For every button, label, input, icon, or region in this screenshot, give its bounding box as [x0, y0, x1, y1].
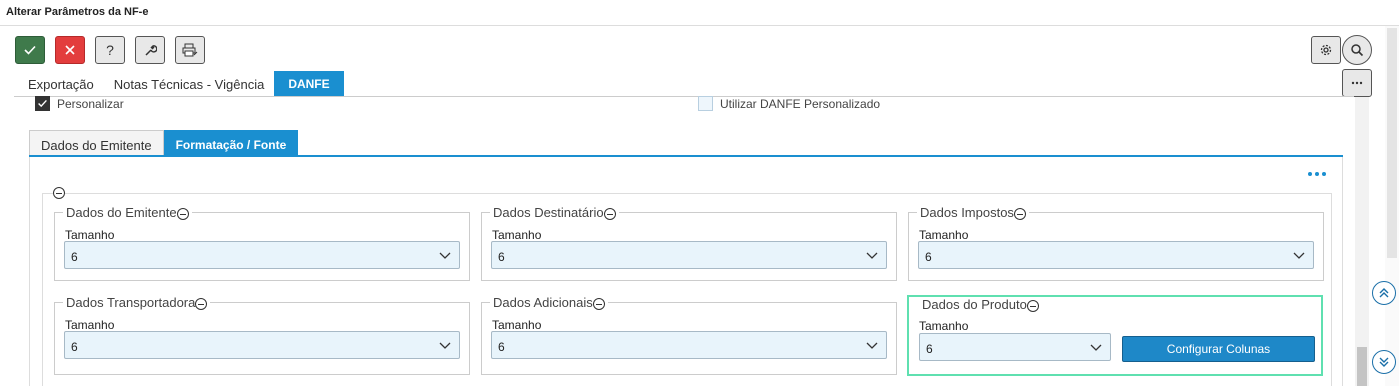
section-emitente-legend: Dados do Emitente: [63, 205, 192, 220]
configurar-colunas-button[interactable]: Configurar Colunas: [1122, 336, 1315, 362]
tab-exportacao[interactable]: Exportação: [18, 71, 104, 97]
gear-icon: [1320, 44, 1332, 56]
ellipsis-icon: [1351, 81, 1363, 85]
collapse-icon[interactable]: [1026, 299, 1039, 312]
tamanho-label: Tamanho: [919, 228, 969, 242]
tab-notas-tecnicas[interactable]: Notas Técnicas - Vigência: [104, 71, 275, 97]
chevron-down-icon: [1293, 252, 1305, 259]
utilizar-danfe-checkbox[interactable]: [698, 96, 713, 111]
content-scrollbar[interactable]: [1355, 97, 1369, 386]
confirm-button[interactable]: [15, 36, 45, 64]
adicionais-tamanho-select[interactable]: 6: [491, 331, 887, 359]
collapse-icon[interactable]: [195, 297, 208, 310]
section-produto: Dados do Produto Tamanho 6 Configurar Co…: [907, 295, 1323, 376]
destinatario-tamanho-select[interactable]: 6: [491, 241, 887, 269]
personalizar-label: Personalizar: [57, 97, 124, 111]
section-destinatario: Dados Destinatário Tamanho 6: [481, 205, 897, 281]
collapse-icon[interactable]: [603, 207, 616, 220]
window-titlebar: Alterar Parâmetros da NF-e: [0, 0, 1399, 26]
section-produto-legend: Dados do Produto: [919, 297, 1042, 312]
select-value: 6: [926, 342, 933, 356]
double-chevron-up-icon: [1379, 288, 1389, 298]
page-scrollbar-thumb[interactable]: [1387, 28, 1397, 258]
collapse-icon[interactable]: [1013, 207, 1026, 220]
more-options-button[interactable]: [1342, 69, 1372, 97]
collapse-icon[interactable]: [176, 207, 189, 220]
tamanho-label: Tamanho: [492, 228, 542, 242]
section-adicionais-legend: Dados Adicionais: [490, 295, 608, 310]
help-label: ?: [106, 42, 114, 58]
tamanho-label: Tamanho: [919, 319, 969, 333]
select-value: 6: [71, 250, 78, 264]
chevron-down-icon: [1090, 344, 1102, 351]
chevron-down-icon: [866, 342, 878, 349]
main-tabs: Exportação Notas Técnicas - Vigência DAN…: [18, 71, 344, 97]
search-icon: [1351, 44, 1364, 57]
section-impostos-legend: Dados Impostos: [917, 205, 1029, 220]
section-adicionais: Dados Adicionais Tamanho 6: [481, 295, 897, 375]
sub-tabs: Dados do Emitente Formatação / Fonte: [29, 130, 299, 156]
window-title: Alterar Parâmetros da NF-e: [6, 6, 149, 18]
emitente-tamanho-select[interactable]: 6: [64, 241, 460, 269]
search-button[interactable]: [1342, 35, 1372, 65]
chevron-down-icon: [866, 252, 878, 259]
page-scrollbar[interactable]: [1385, 26, 1399, 386]
collapse-group-icon[interactable]: [53, 187, 65, 199]
utilizar-danfe-label: Utilizar DANFE Personalizado: [720, 97, 881, 111]
print-button[interactable]: [175, 36, 205, 64]
tamanho-label: Tamanho: [65, 318, 115, 332]
impostos-tamanho-select[interactable]: 6: [918, 241, 1314, 269]
wrench-icon: [145, 45, 157, 56]
select-value: 6: [498, 250, 505, 264]
double-chevron-down-icon: [1379, 357, 1389, 367]
select-value: 6: [498, 340, 505, 354]
section-destinatario-legend: Dados Destinatário: [490, 205, 619, 220]
content-scrollbar-thumb[interactable]: [1357, 347, 1367, 386]
chevron-down-icon: [439, 252, 451, 259]
tamanho-label: Tamanho: [65, 228, 115, 242]
scroll-top-button[interactable]: [1372, 281, 1396, 305]
tamanho-label: Tamanho: [492, 318, 542, 332]
help-button[interactable]: ?: [95, 36, 125, 64]
produto-tamanho-select[interactable]: 6: [919, 333, 1111, 361]
section-transportadora: Dados Transportadora Tamanho 6: [54, 295, 470, 375]
check-icon: [24, 45, 36, 55]
select-value: 6: [925, 250, 932, 264]
printer-icon: [182, 43, 198, 57]
settings-button[interactable]: [1311, 36, 1341, 64]
section-emitente: Dados do Emitente Tamanho 6: [54, 205, 470, 281]
scroll-bottom-button[interactable]: [1372, 350, 1396, 374]
cancel-button[interactable]: [55, 36, 85, 64]
tab-formatacao-fonte[interactable]: Formatação / Fonte: [163, 130, 299, 156]
tab-dados-emitente[interactable]: Dados do Emitente: [29, 130, 164, 156]
section-transportadora-legend: Dados Transportadora: [63, 295, 211, 310]
main-tabs-divider: [14, 96, 1354, 97]
section-impostos: Dados Impostos Tamanho 6: [908, 205, 1324, 281]
panel-more-icon[interactable]: [1308, 172, 1326, 176]
personalizar-checkbox[interactable]: [35, 96, 50, 111]
close-icon: [65, 45, 75, 55]
transportadora-tamanho-select[interactable]: 6: [64, 331, 460, 359]
tools-button[interactable]: [135, 36, 165, 64]
check-icon: [38, 99, 47, 108]
collapse-icon[interactable]: [592, 297, 605, 310]
tab-danfe[interactable]: DANFE: [274, 71, 344, 97]
chevron-down-icon: [439, 342, 451, 349]
select-value: 6: [71, 340, 78, 354]
